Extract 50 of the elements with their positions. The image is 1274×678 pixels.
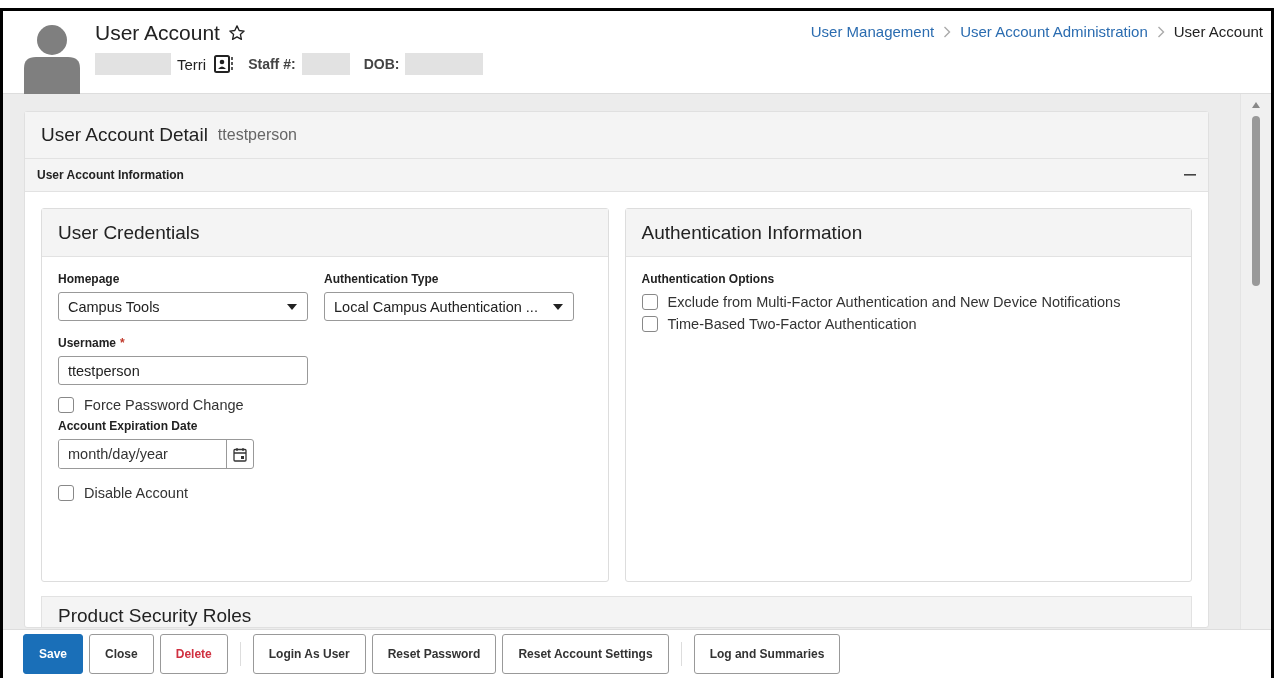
checkbox[interactable] xyxy=(58,485,74,501)
page-title: User Account xyxy=(95,21,220,45)
field-label: Username * xyxy=(58,336,125,350)
checkbox-row[interactable]: Exclude from Multi-Factor Authentication and New Device Notifications xyxy=(641,294,1121,310)
person-name: Terri xyxy=(177,55,207,73)
checkbox-row[interactable]: Time-Based Two-Factor Authentication xyxy=(641,316,917,332)
contact-card-icon[interactable] xyxy=(214,55,235,73)
calendar-icon[interactable] xyxy=(233,446,247,462)
checkbox-row[interactable]: Disable Account xyxy=(58,485,188,501)
field-label: Account Expiration Date xyxy=(58,419,198,433)
redaction-bar xyxy=(301,53,350,75)
save-button[interactable]: Save xyxy=(23,634,84,674)
avatar-icon xyxy=(24,24,80,94)
collapse-icon[interactable] xyxy=(1184,173,1196,177)
breadcrumb-link[interactable]: User Account Administration xyxy=(960,23,1148,40)
action-button[interactable]: Close xyxy=(89,634,154,674)
authentication-type-dropdown[interactable]: Local Campus Authentication ... xyxy=(324,292,574,321)
action-button[interactable]: Delete xyxy=(159,634,228,674)
panel-title: User Credentials xyxy=(58,221,200,244)
detail-username: ttestperson xyxy=(217,126,297,144)
staff-number-label: Staff #: xyxy=(248,56,296,72)
action-button[interactable]: Log and Summaries xyxy=(693,634,841,674)
field-label: Homepage xyxy=(58,272,121,286)
section-title: Product Security Roles xyxy=(58,605,252,627)
action-button[interactable]: Reset Account Settings xyxy=(502,634,669,674)
checkbox[interactable] xyxy=(58,397,74,413)
action-button[interactable]: Reset Password xyxy=(371,634,497,674)
chevron-icon xyxy=(1156,25,1165,38)
dob-label: DOB: xyxy=(363,56,400,72)
checkbox-row[interactable]: Force Password Change xyxy=(58,397,244,413)
scrollbar-thumb[interactable] xyxy=(1252,116,1260,286)
section-title: User Account Information xyxy=(37,168,184,182)
star-icon[interactable] xyxy=(227,24,246,42)
action-button[interactable]: Login As User xyxy=(252,634,366,674)
scrollbar[interactable] xyxy=(1240,94,1271,629)
homepage-dropdown[interactable]: Campus Tools xyxy=(58,292,308,321)
username-field[interactable]: ttestperson xyxy=(58,356,308,385)
scroll-up-icon[interactable] xyxy=(1252,102,1260,108)
breadcrumb-link[interactable]: User Management xyxy=(810,23,935,40)
date-field[interactable]: month/day/year xyxy=(58,439,254,469)
field-label: Authentication Options xyxy=(641,272,775,286)
field-label: Authentication Type xyxy=(324,272,440,286)
checkbox[interactable] xyxy=(641,316,658,332)
breadcrumb-current: User Account xyxy=(1173,23,1263,40)
caret-icon xyxy=(287,303,297,310)
chevron-icon xyxy=(943,25,952,38)
panel-title: Authentication Information xyxy=(641,221,863,244)
caret-icon xyxy=(553,303,563,310)
checkbox[interactable] xyxy=(641,294,658,310)
detail-title: User Account Detail xyxy=(41,124,208,146)
